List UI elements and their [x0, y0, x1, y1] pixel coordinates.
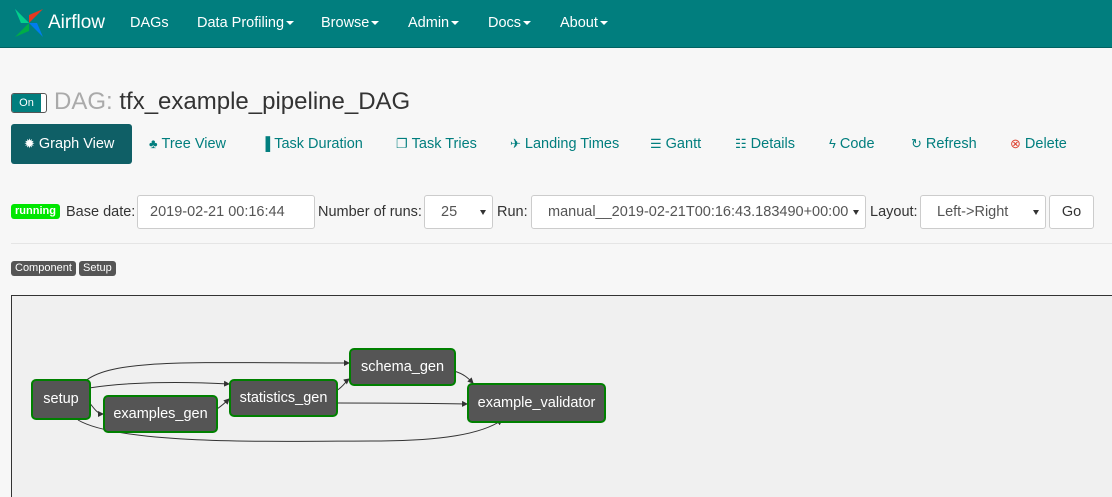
select-arrow-icon: [853, 210, 859, 215]
select-arrow-icon: [480, 210, 486, 215]
node-schema-gen[interactable]: schema_gen: [349, 348, 456, 386]
tab-tree-view-label: Tree View: [161, 136, 227, 152]
node-setup-label: setup: [43, 391, 79, 407]
tab-code[interactable]: ϟ Code: [829, 124, 875, 164]
layout-select[interactable]: Left->Right: [920, 195, 1046, 229]
layout-value: Left->Right: [937, 204, 1009, 220]
node-setup[interactable]: setup: [31, 379, 91, 420]
tab-delete[interactable]: ⊗ Delete: [1010, 124, 1067, 164]
dag-graph-canvas[interactable]: setup examples_gen statistics_gen schema…: [11, 295, 1112, 497]
edge-schema-gen-example-validator: [453, 370, 474, 384]
tab-landing-times[interactable]: ✈ Landing Times: [510, 124, 619, 164]
airflow-logo-icon: [15, 9, 43, 37]
flash-icon: ϟ: [829, 136, 836, 151]
list-icon: ☷: [735, 136, 747, 151]
bar-chart-icon: ▐: [261, 136, 271, 151]
go-button[interactable]: Go: [1049, 195, 1094, 229]
tab-task-duration-label: Task Duration: [274, 136, 363, 152]
run-value: manual__2019-02-21T00:16:43.183490+00:00: [548, 204, 849, 220]
nav-browse[interactable]: Browse: [321, 0, 380, 48]
tree-icon: ♣: [149, 136, 158, 151]
tab-task-duration[interactable]: ▐ Task Duration: [261, 124, 363, 164]
duplicate-icon: ❐: [396, 136, 408, 151]
nav-docs[interactable]: Docs: [488, 0, 532, 48]
dag-title-prefix: DAG:: [54, 88, 113, 115]
run-select[interactable]: manual__2019-02-21T00:16:43.183490+00:00: [531, 195, 866, 229]
caret-down-icon: [599, 21, 608, 26]
node-statistics-gen-label: statistics_gen: [239, 390, 328, 406]
tab-gantt-label: Gantt: [665, 136, 702, 152]
edge-setup-statistics-gen: [88, 380, 230, 389]
tab-task-tries-label: Task Tries: [411, 136, 477, 152]
tab-gantt[interactable]: ☰ Gantt: [650, 124, 701, 164]
node-example-validator-label: example_validator: [477, 395, 596, 411]
legend-setup: Setup: [79, 261, 116, 276]
nav-dags[interactable]: DAGs: [130, 0, 169, 48]
node-examples-gen[interactable]: examples_gen: [103, 395, 218, 433]
select-arrow-icon: [1033, 210, 1039, 215]
refresh-icon: ↻: [911, 136, 922, 151]
tab-landing-times-label: Landing Times: [524, 136, 620, 152]
page-title: DAG: tfx_example_pipeline_DAG: [54, 87, 410, 117]
dag-name: tfx_example_pipeline_DAG: [119, 88, 411, 115]
tab-graph-view[interactable]: ✹ Graph View: [11, 124, 132, 164]
nav-admin-label: Admin: [408, 15, 450, 31]
nav-about[interactable]: About: [560, 0, 608, 48]
nav-data-profiling[interactable]: Data Profiling: [197, 0, 295, 48]
node-statistics-gen[interactable]: statistics_gen: [229, 379, 338, 417]
tab-task-tries[interactable]: ❐ Task Tries: [396, 124, 477, 164]
num-runs-value: 25: [441, 204, 458, 220]
navbar: Airflow DAGs Data Profiling Browse Admin…: [0, 0, 1112, 48]
tab-refresh-label: Refresh: [925, 136, 977, 152]
tab-details[interactable]: ☷ Details: [735, 124, 795, 164]
plane-icon: ✈: [510, 136, 521, 151]
tab-code-label: Code: [839, 136, 875, 152]
edge-statistics-gen-example-validator: [335, 400, 468, 407]
run-label: Run:: [497, 204, 528, 220]
node-examples-gen-label: examples_gen: [113, 406, 208, 422]
legend-component: Component: [11, 261, 76, 276]
asterisk-icon: ✹: [24, 136, 35, 151]
base-date-value: 2019-02-21 00:16:44: [150, 204, 285, 220]
nav-data-profiling-label: Data Profiling: [197, 15, 285, 31]
tab-refresh[interactable]: ↻ Refresh: [911, 124, 977, 164]
toggle-on-label: On: [12, 94, 41, 112]
caret-down-icon: [451, 21, 460, 26]
nav-browse-label: Browse: [321, 15, 370, 31]
num-runs-label: Number of runs:: [318, 204, 422, 220]
num-runs-select[interactable]: 25: [424, 195, 493, 229]
caret-down-icon: [523, 21, 532, 26]
edge-examples-gen-statistics-gen: [216, 398, 230, 410]
remove-circle-icon: ⊗: [1010, 136, 1021, 151]
base-date-label: Base date:: [66, 204, 136, 220]
status-badge: running: [11, 204, 60, 219]
caret-down-icon: [286, 21, 295, 26]
nav-admin[interactable]: Admin: [408, 0, 460, 48]
align-left-icon: ☰: [650, 136, 662, 151]
base-date-input[interactable]: 2019-02-21 00:16:44: [137, 195, 315, 229]
tab-details-label: Details: [750, 136, 795, 152]
nav-docs-label: Docs: [488, 15, 522, 31]
divider: [11, 243, 1112, 244]
node-example-validator[interactable]: example_validator: [467, 383, 606, 423]
dag-pause-toggle[interactable]: On: [11, 93, 47, 113]
brand-name: Airflow: [48, 12, 106, 33]
caret-down-icon: [371, 21, 380, 26]
tab-graph-view-label: Graph View: [38, 136, 115, 152]
edge-setup-examples-gen: [88, 401, 104, 417]
nav-about-label: About: [560, 15, 598, 31]
layout-label: Layout:: [870, 204, 918, 220]
nav-dags-label: DAGs: [130, 15, 169, 31]
tab-tree-view[interactable]: ♣ Tree View: [149, 124, 226, 164]
tab-delete-label: Delete: [1024, 136, 1067, 152]
brand-link[interactable]: Airflow: [12, 6, 105, 40]
node-schema-gen-label: schema_gen: [360, 359, 445, 375]
